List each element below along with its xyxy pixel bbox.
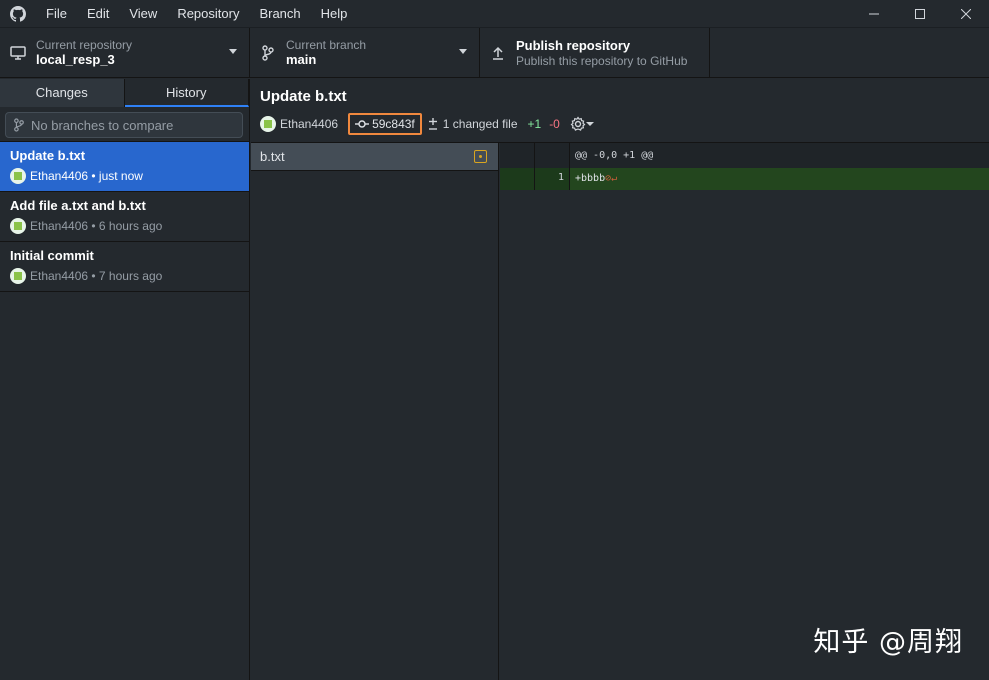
chevron-down-icon xyxy=(585,122,594,126)
tab-changes[interactable]: Changes xyxy=(0,79,125,107)
commit-list-item[interactable]: Update b.txt Ethan4406 • just now xyxy=(0,142,249,192)
commit-meta: Ethan4406 • just now xyxy=(30,169,143,183)
commit-meta: Ethan4406 • 6 hours ago xyxy=(30,219,163,233)
file-name: b.txt xyxy=(260,149,285,164)
file-list-item[interactable]: b.txt xyxy=(251,143,498,171)
hunk-text: @@ -0,0 +1 @@ xyxy=(575,150,654,161)
window-controls xyxy=(851,0,989,27)
minimize-icon xyxy=(869,13,879,14)
avatar xyxy=(260,116,276,132)
title-bar: File Edit View Repository Branch Help xyxy=(0,0,989,27)
commit-title: Initial commit xyxy=(10,248,94,263)
watermark: 知乎 @周翔 xyxy=(813,627,963,658)
chevron-down-icon xyxy=(459,49,467,54)
commit-list-item[interactable]: Initial commit Ethan4406 • 7 hours ago xyxy=(0,242,249,292)
monitor-icon xyxy=(0,46,36,60)
commit-author: Ethan4406 xyxy=(280,117,339,131)
branch-icon xyxy=(250,45,286,61)
avatar xyxy=(10,168,26,184)
changed-files-list: b.txt xyxy=(251,143,499,680)
publish-repository-button[interactable]: Publish repository Publish this reposito… xyxy=(480,28,710,78)
commit-header: Update b.txt Ethan4406 59c843f 1 changed… xyxy=(251,79,989,143)
menu-file[interactable]: File xyxy=(36,0,77,27)
repository-name: local_resp_3 xyxy=(36,52,115,67)
current-branch-button[interactable]: Current branch main xyxy=(250,28,480,78)
commit-title: Add file a.txt and b.txt xyxy=(10,198,146,213)
menu-repository[interactable]: Repository xyxy=(167,0,249,27)
tab-history[interactable]: History xyxy=(124,79,249,107)
toolbar: Current repository local_resp_3 Current … xyxy=(0,27,989,78)
maximize-icon xyxy=(915,8,925,19)
chevron-down-icon xyxy=(229,49,237,54)
diff-icon xyxy=(428,118,437,130)
github-logo-icon xyxy=(0,0,36,27)
line-number: 1 xyxy=(535,168,570,190)
compare-bar: No branches to compare xyxy=(0,107,249,142)
commit-title: Update b.txt xyxy=(10,148,86,163)
commit-summary: Update b.txt xyxy=(260,88,347,105)
current-repository-button[interactable]: Current repository local_resp_3 xyxy=(0,28,250,78)
compare-placeholder: No branches to compare xyxy=(31,117,174,133)
menu-branch[interactable]: Branch xyxy=(249,0,310,27)
git-commit-icon xyxy=(355,120,370,128)
maximize-button[interactable] xyxy=(897,0,943,27)
publish-title: Publish repository xyxy=(516,38,631,53)
diff-added-line[interactable]: 1 +bbbb⊘↵ xyxy=(500,168,989,190)
branch-icon xyxy=(14,118,24,132)
diff-viewer: @@ -0,0 +1 @@ 1 +bbbb⊘↵ xyxy=(500,143,989,680)
sidebar: Changes History No branches to compare U… xyxy=(0,79,250,680)
menu-edit[interactable]: Edit xyxy=(77,0,119,27)
deletions-count: -0 xyxy=(549,117,560,131)
commit-sha-button[interactable]: 59c843f xyxy=(348,113,422,135)
gear-icon xyxy=(570,116,586,131)
menu-help[interactable]: Help xyxy=(311,0,358,27)
avatar xyxy=(10,268,26,284)
publish-subtitle: Publish this repository to GitHub xyxy=(516,54,688,68)
branch-label: Current branch xyxy=(286,38,367,52)
commit-meta: Ethan4406 • 7 hours ago xyxy=(30,269,163,283)
upload-icon xyxy=(480,46,516,60)
branch-name: main xyxy=(286,52,317,67)
branch-compare-input[interactable]: No branches to compare xyxy=(5,112,243,138)
minimize-button[interactable] xyxy=(851,0,897,27)
commit-sha: 59c843f xyxy=(372,117,415,131)
close-icon xyxy=(961,8,971,19)
sidebar-tabs: Changes History xyxy=(0,79,249,107)
commit-details: Update b.txt Ethan4406 59c843f 1 changed… xyxy=(251,79,989,680)
repository-label: Current repository xyxy=(36,38,133,52)
additions-count: +1 xyxy=(527,117,542,131)
diff-options-button[interactable] xyxy=(570,116,594,132)
line-text: +bbbb xyxy=(575,173,606,184)
commit-list-item[interactable]: Add file a.txt and b.txt Ethan4406 • 6 h… xyxy=(0,192,249,242)
no-newline-icon: ⊘↵ xyxy=(605,173,618,184)
close-button[interactable] xyxy=(943,0,989,27)
changed-files-count: 1 changed file xyxy=(442,117,518,131)
menu-bar: File Edit View Repository Branch Help xyxy=(36,0,357,27)
diff-hunk-header: @@ -0,0 +1 @@ xyxy=(500,143,989,168)
modified-icon xyxy=(474,150,487,163)
avatar xyxy=(10,218,26,234)
menu-view[interactable]: View xyxy=(119,0,167,27)
